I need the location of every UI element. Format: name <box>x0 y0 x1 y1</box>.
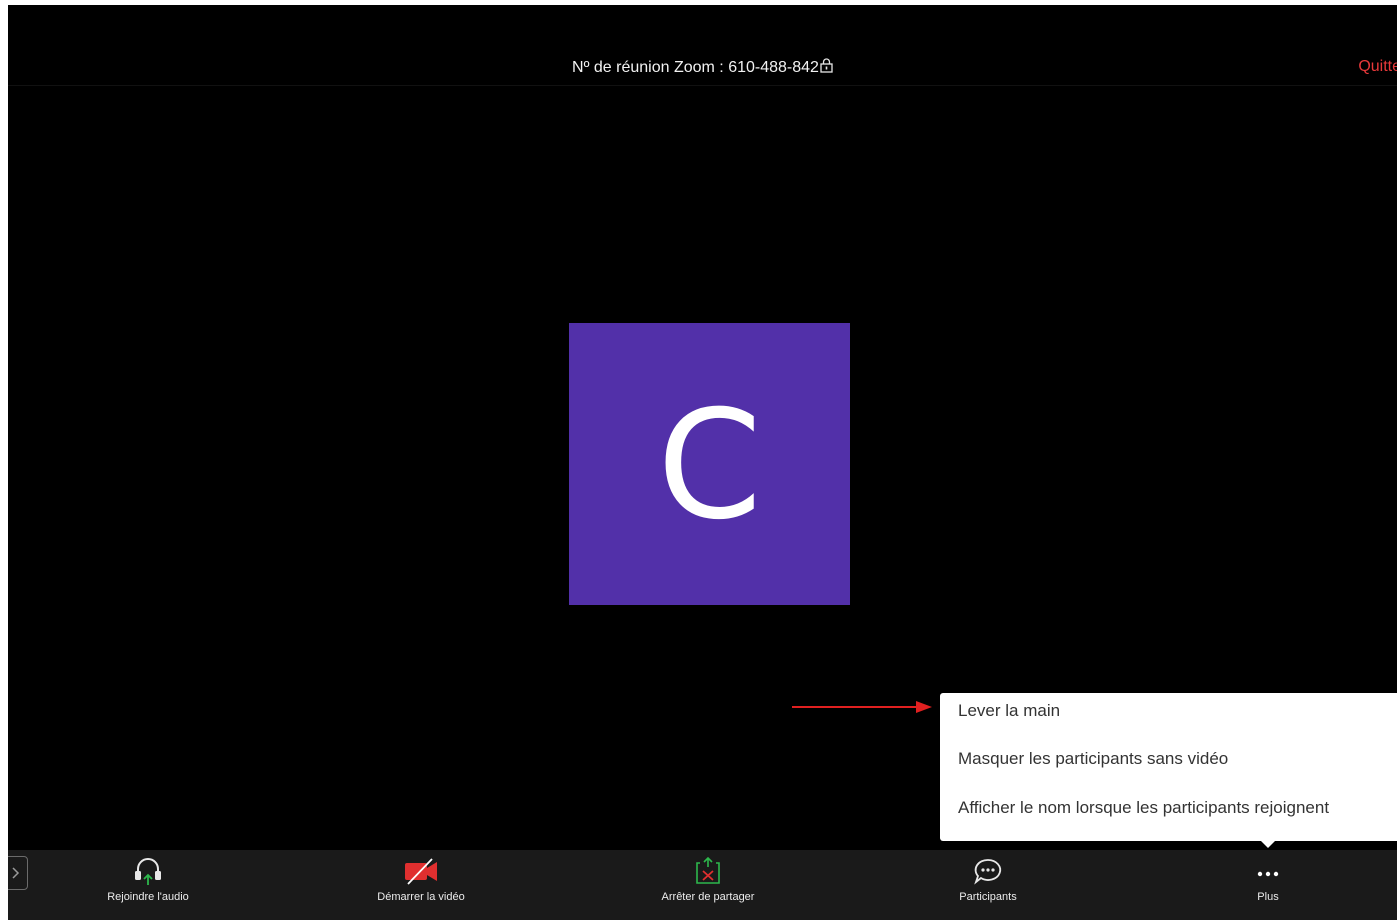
more-options-menu: Lever la main Masquer les participants s… <box>940 693 1397 841</box>
participants-label: Participants <box>959 891 1017 903</box>
menu-item-show-join-names[interactable]: Afficher le nom lorsque les participants… <box>958 798 1329 818</box>
menu-pointer <box>1260 840 1276 848</box>
chevron-right-icon <box>12 867 20 879</box>
video-off-icon <box>405 858 437 885</box>
avatar-initial: C <box>657 379 762 553</box>
menu-item-raise-hand[interactable]: Lever la main <box>958 701 1060 721</box>
stop-share-icon <box>696 856 720 884</box>
more-icon <box>1257 871 1279 877</box>
more-button[interactable]: Plus <box>1203 854 1333 903</box>
meeting-id-title: Nº de réunion Zoom : 610-488-842 <box>8 58 1397 78</box>
side-panel-toggle-button[interactable] <box>8 856 28 890</box>
headphones-icon <box>135 858 161 885</box>
annotation-arrow-icon <box>792 701 932 713</box>
bottom-toolbar: Rejoindre l'audio Démarrer la vidéo Arrê… <box>8 850 1397 920</box>
stop-share-button[interactable]: Arrêter de partager <box>643 854 773 903</box>
top-bar: Nº de réunion Zoom : 610-488-842 Quitte <box>8 5 1397 86</box>
join-audio-button[interactable]: Rejoindre l'audio <box>83 854 213 903</box>
meeting-id-text: Nº de réunion Zoom : 610-488-842 <box>572 59 819 76</box>
start-video-button[interactable]: Démarrer la vidéo <box>356 854 486 903</box>
start-video-label: Démarrer la vidéo <box>377 891 465 903</box>
quit-button[interactable]: Quitte <box>1358 58 1397 76</box>
meeting-screen: Nº de réunion Zoom : 610-488-842 Quitte … <box>8 5 1397 920</box>
chat-bubble-icon <box>974 859 1002 885</box>
participant-avatar: C <box>569 323 850 605</box>
join-audio-label: Rejoindre l'audio <box>107 891 189 903</box>
stop-share-label: Arrêter de partager <box>661 891 755 903</box>
more-label: Plus <box>1257 891 1279 903</box>
participants-button[interactable]: Participants <box>923 854 1053 903</box>
lock-icon[interactable] <box>820 58 833 78</box>
menu-item-hide-non-video[interactable]: Masquer les participants sans vidéo <box>958 749 1228 769</box>
